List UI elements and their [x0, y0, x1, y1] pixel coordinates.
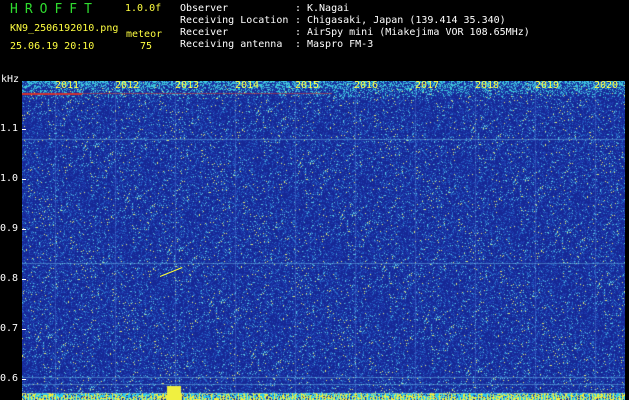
info-key: Observer: [180, 3, 229, 14]
info-key: Receiver: [180, 27, 229, 38]
info-row-antenna: Receiving antenna: Maspro FM-3: [180, 39, 530, 51]
y-tick-label: 0.8: [0, 273, 19, 284]
info-value: AirSpy mini (Miakejima VOR 108.65MHz): [307, 27, 530, 38]
time-label: 2016: [354, 80, 379, 91]
y-tick-label: 0.9: [0, 223, 19, 234]
time-label: 2017: [415, 80, 440, 91]
info-sep: :: [295, 3, 302, 14]
info-value: Maspro FM-3: [307, 39, 374, 50]
info-value: K.Nagai: [307, 3, 350, 14]
y-tick-label: 1.0: [0, 173, 19, 184]
y-tick-label: 1.1: [0, 123, 19, 134]
datetime-label: 25.06.19 20:10: [10, 41, 95, 52]
info-key: Receiving Location: [180, 15, 289, 26]
info-value: Chigasaki, Japan (139.414 35.340): [307, 15, 506, 26]
time-label: 2014: [235, 80, 260, 91]
y-tick-mark: [22, 279, 26, 280]
y-unit-label: kHz: [1, 74, 20, 85]
y-tick-mark: [22, 179, 26, 180]
time-label: 2018: [475, 80, 500, 91]
y-tick-mark: [22, 129, 26, 130]
y-tick-label: 0.6: [0, 373, 19, 384]
info-key: Receiving antenna: [180, 39, 283, 50]
time-label: 2015: [295, 80, 320, 91]
time-label: 2019: [535, 80, 560, 91]
y-tick-mark: [22, 379, 26, 380]
observation-info: Observer: K.Nagai Receiving Location: Chig…: [180, 3, 530, 51]
app-title: HROFFT: [10, 2, 99, 17]
time-label: 2011: [55, 80, 80, 91]
time-label: 2012: [115, 80, 140, 91]
y-tick-mark: [22, 229, 26, 230]
info-row-observer: Observer: K.Nagai: [180, 3, 530, 15]
y-tick-mark: [22, 329, 26, 330]
info-sep: :: [295, 27, 302, 38]
count-label: 75: [140, 41, 153, 52]
info-row-location: Receiving Location: Chigasaki, Japan (139…: [180, 15, 530, 27]
time-label: 2013: [175, 80, 200, 91]
info-row-receiver: Receiver: AirSpy mini (Miakejima VOR 108.…: [180, 27, 530, 39]
mode-label: meteor: [126, 29, 163, 40]
version-label: 1.0.0f: [125, 3, 162, 14]
spectrogram-canvas: [22, 81, 625, 400]
info-sep: :: [295, 15, 302, 26]
info-sep: :: [295, 39, 302, 50]
filename-label: KN9_2506192010.png: [10, 23, 119, 34]
time-label: 2020: [594, 80, 619, 91]
y-tick-label: 0.7: [0, 323, 19, 334]
